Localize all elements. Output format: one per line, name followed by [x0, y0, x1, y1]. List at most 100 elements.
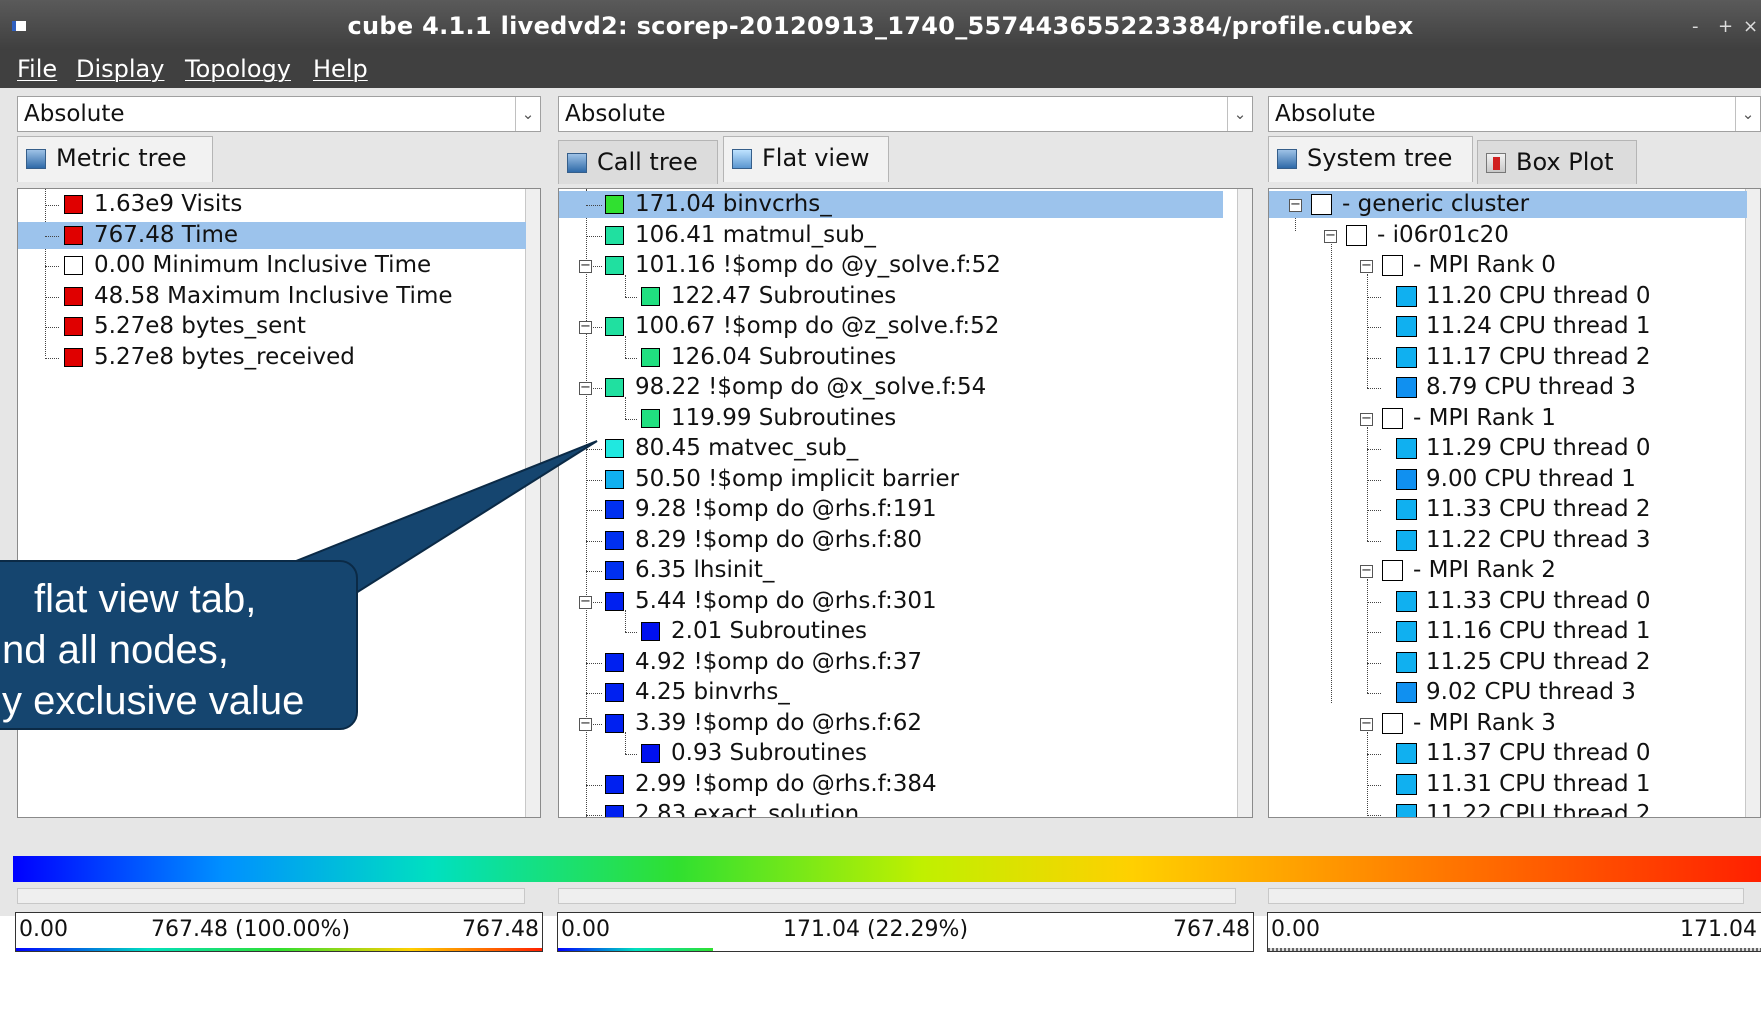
- system-node-checkbox[interactable]: [1382, 407, 1403, 429]
- system-tree-row[interactable]: 11.31 CPU thread 1: [1269, 771, 1747, 798]
- flat-view-row[interactable]: 50.50 !$omp implicit barrier: [559, 466, 1223, 493]
- flat-view-row[interactable]: 2.99 !$omp do @rhs.f:384: [559, 771, 1223, 798]
- system-node-checkbox[interactable]: [1346, 224, 1367, 246]
- flat-view-row[interactable]: 101.16 !$omp do @y_solve.f:52: [559, 252, 1223, 279]
- flat-view-row[interactable]: 6.35 lhsinit_: [559, 557, 1223, 584]
- window-title: cube 4.1.1 livedvd2: scorep-20120913_174…: [347, 12, 1414, 40]
- call-vertical-scrollbar[interactable]: [1237, 189, 1252, 817]
- tab-flat-view[interactable]: Flat view: [723, 136, 889, 182]
- system-tree-row[interactable]: 8.79 CPU thread 3: [1269, 374, 1747, 401]
- system-node-label: 11.22 CPU thread 3: [1426, 526, 1651, 553]
- collapse-icon[interactable]: −: [1360, 412, 1373, 426]
- system-tree-row[interactable]: 11.25 CPU thread 2: [1269, 649, 1747, 676]
- flat-view-row[interactable]: 100.67 !$omp do @z_solve.f:52: [559, 313, 1223, 340]
- flat-view-row[interactable]: 122.47 Subroutines: [559, 283, 1223, 310]
- flat-view-row[interactable]: 4.92 !$omp do @rhs.f:37: [559, 649, 1223, 676]
- collapse-icon[interactable]: −: [579, 717, 592, 731]
- chevron-down-icon[interactable]: ⌄: [515, 97, 540, 131]
- maximize-button[interactable]: +: [1718, 16, 1733, 37]
- flat-view-row[interactable]: 2.01 Subroutines: [559, 618, 1223, 645]
- system-horizontal-scrollbar[interactable]: [1268, 888, 1744, 904]
- flat-view-row[interactable]: 3.39 !$omp do @rhs.f:62: [559, 710, 1223, 737]
- system-vertical-scrollbar[interactable]: [1745, 189, 1760, 817]
- metric-horizontal-scrollbar[interactable]: [17, 888, 525, 904]
- metric-row[interactable]: 1.63e9 Visits: [18, 191, 526, 218]
- collapse-icon[interactable]: −: [579, 381, 592, 395]
- collapse-icon[interactable]: −: [1324, 229, 1337, 243]
- metric-row[interactable]: 767.48 Time: [18, 221, 526, 249]
- metric-mode-select[interactable]: Absolute ⌄: [17, 96, 541, 132]
- system-mode-select[interactable]: Absolute ⌄: [1268, 96, 1761, 132]
- tab-metric-tree[interactable]: Metric tree: [17, 136, 213, 182]
- tab-box-plot[interactable]: Box Plot: [1477, 140, 1637, 184]
- system-node-checkbox[interactable]: [1311, 194, 1332, 215]
- flat-view-row[interactable]: 9.28 !$omp do @rhs.f:191: [559, 496, 1223, 523]
- system-tree-view[interactable]: - generic cluster − - i06r01c20− - MPI Rank…: [1268, 188, 1761, 818]
- collapse-icon[interactable]: −: [579, 595, 592, 609]
- system-tree-row[interactable]: 9.02 CPU thread 3: [1269, 679, 1747, 706]
- collapse-icon[interactable]: −: [579, 320, 592, 334]
- system-node-checkbox[interactable]: [1382, 712, 1403, 734]
- flat-view-row[interactable]: 2.83 exact_solution_: [559, 801, 1223, 817]
- system-node-checkbox[interactable]: [1382, 560, 1403, 581]
- tree-branch-line: [45, 357, 59, 359]
- collapse-icon[interactable]: −: [1360, 717, 1373, 731]
- system-tree-row[interactable]: - MPI Rank 1: [1269, 405, 1747, 432]
- collapse-icon[interactable]: −: [1360, 564, 1373, 578]
- flat-view-row[interactable]: 171.04 binvcrhs_: [559, 191, 1223, 218]
- metric-row[interactable]: 0.00 Minimum Inclusive Time: [18, 252, 526, 279]
- minimize-button[interactable]: -: [1692, 16, 1699, 37]
- system-tree-row[interactable]: 11.37 CPU thread 0: [1269, 740, 1747, 767]
- system-node-label: - MPI Rank 2: [1413, 557, 1556, 583]
- system-tree-row[interactable]: - i06r01c20: [1269, 222, 1747, 249]
- metric-vertical-scrollbar[interactable]: [525, 189, 540, 817]
- system-tree-row[interactable]: 11.29 CPU thread 0: [1269, 435, 1747, 462]
- system-tree-row[interactable]: 11.22 CPU thread 3: [1269, 527, 1747, 554]
- menu-topology[interactable]: Topology: [185, 55, 291, 83]
- system-tree-row[interactable]: 11.24 CPU thread 1: [1269, 313, 1747, 340]
- call-mode-select[interactable]: Absolute ⌄: [558, 96, 1253, 132]
- collapse-icon[interactable]: −: [579, 259, 592, 273]
- system-tree-row[interactable]: - MPI Rank 0: [1269, 252, 1747, 279]
- flat-view-row[interactable]: 106.41 matmul_sub_: [559, 222, 1223, 249]
- flat-view-row[interactable]: 80.45 matvec_sub_: [559, 435, 1223, 462]
- chevron-down-icon[interactable]: ⌄: [1227, 97, 1252, 131]
- flat-view-row[interactable]: 126.04 Subroutines: [559, 344, 1223, 371]
- tab-system-tree[interactable]: System tree: [1268, 136, 1473, 182]
- flat-view-row[interactable]: 119.99 Subroutines: [559, 405, 1223, 432]
- system-tree-row[interactable]: 11.20 CPU thread 0: [1269, 283, 1747, 310]
- collapse-icon[interactable]: −: [1289, 198, 1302, 212]
- flat-view-row[interactable]: 4.25 binvrhs_: [559, 679, 1223, 706]
- chevron-down-icon[interactable]: ⌄: [1735, 97, 1760, 131]
- system-node-checkbox[interactable]: [1382, 255, 1403, 276]
- call-color-swatch: [641, 408, 660, 428]
- collapse-icon[interactable]: −: [1360, 259, 1373, 273]
- system-color-swatch: [1396, 468, 1417, 490]
- system-value-bar: 0.00 171.04: [1267, 912, 1761, 952]
- menu-file[interactable]: File: [17, 55, 57, 83]
- flat-view-row[interactable]: 98.22 !$omp do @x_solve.f:54: [559, 374, 1223, 401]
- close-button[interactable]: ×: [1743, 16, 1758, 37]
- system-tree-row[interactable]: 11.33 CPU thread 2: [1269, 496, 1747, 523]
- flat-view-row[interactable]: 0.93 Subroutines: [559, 740, 1223, 767]
- menu-display[interactable]: Display: [76, 55, 164, 83]
- system-tree-row[interactable]: 11.16 CPU thread 1: [1269, 618, 1747, 645]
- call-horizontal-scrollbar[interactable]: [558, 888, 1236, 904]
- tab-call-tree[interactable]: Call tree: [558, 140, 718, 184]
- flat-view-row[interactable]: 8.29 !$omp do @rhs.f:80: [559, 527, 1223, 554]
- system-tree-row[interactable]: 11.22 CPU thread 2: [1269, 801, 1747, 817]
- metric-row[interactable]: 5.27e8 bytes_received: [18, 344, 526, 371]
- system-tree-row[interactable]: - generic cluster: [1269, 191, 1747, 218]
- flat-view-list[interactable]: 171.04 binvcrhs_ 106.41 matmul_sub_ 101.16…: [558, 188, 1253, 818]
- metric-row[interactable]: 48.58 Maximum Inclusive Time: [18, 283, 526, 310]
- system-tree-row[interactable]: - MPI Rank 3: [1269, 710, 1747, 737]
- flat-view-row[interactable]: 5.44 !$omp do @rhs.f:301: [559, 588, 1223, 615]
- system-tree-row[interactable]: 11.17 CPU thread 2: [1269, 344, 1747, 371]
- tree-icon: [1277, 149, 1297, 169]
- system-tree-row[interactable]: 11.33 CPU thread 0: [1269, 588, 1747, 615]
- system-color-swatch: [1396, 651, 1417, 673]
- menu-help[interactable]: Help: [313, 55, 368, 83]
- metric-row[interactable]: 5.27e8 bytes_sent: [18, 313, 526, 340]
- system-tree-row[interactable]: - MPI Rank 2: [1269, 557, 1747, 584]
- system-tree-row[interactable]: 9.00 CPU thread 1: [1269, 466, 1747, 493]
